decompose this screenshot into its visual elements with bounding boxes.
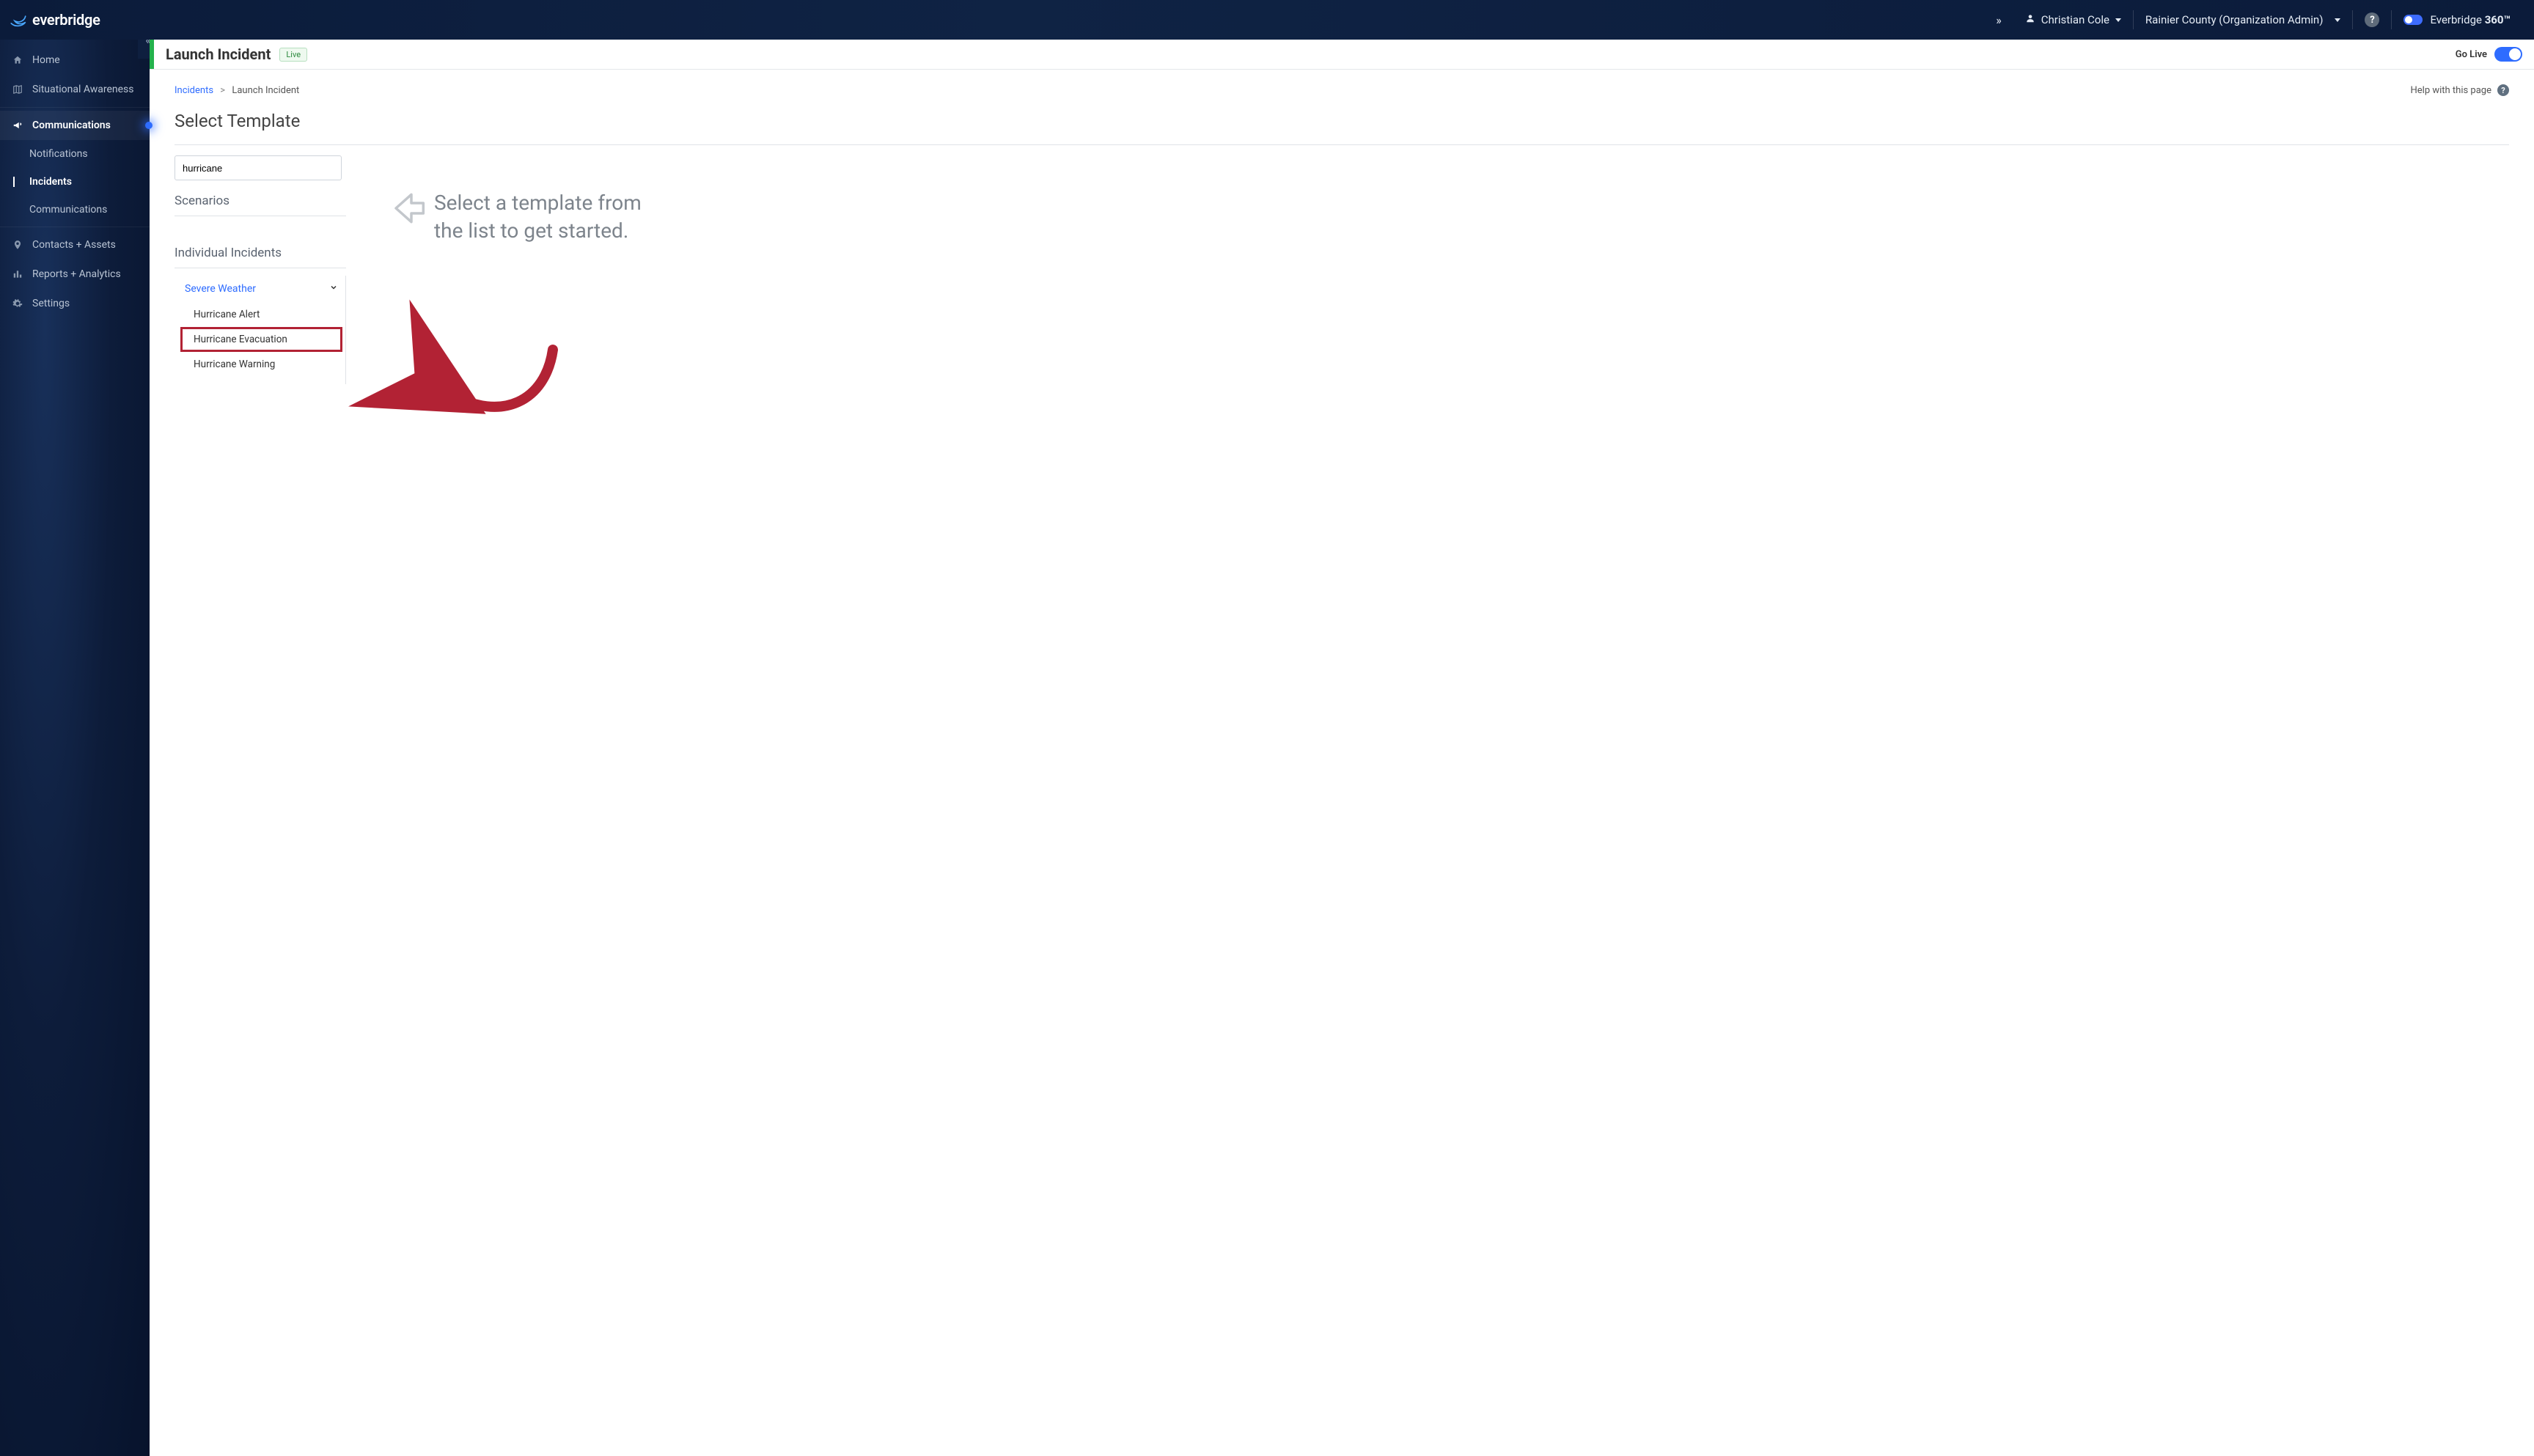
app-header: everbridge » Christian Cole Rainier Coun… bbox=[0, 0, 2534, 40]
template-right-column: Select a template from the list to get s… bbox=[346, 145, 2509, 245]
sidebar-item-situational-awareness[interactable]: Situational Awareness bbox=[0, 75, 150, 104]
map-icon bbox=[12, 84, 23, 95]
brand-swoosh-icon bbox=[9, 10, 28, 29]
sidebar-item-label: Communications bbox=[32, 120, 111, 131]
breadcrumb-row: Incidents > Launch Incident Help with th… bbox=[175, 84, 2509, 96]
sidebar-item-label: Situational Awareness bbox=[32, 84, 134, 95]
org-menu[interactable]: Rainier County (Organization Admin) bbox=[2134, 13, 2353, 26]
main: « Home Situational Awareness Communicati… bbox=[0, 40, 2534, 1456]
megaphone-icon bbox=[12, 120, 23, 131]
page-header-title: Launch Incident bbox=[166, 45, 271, 63]
header-right: » Christian Cole Rainier County (Organiz… bbox=[1984, 10, 2522, 29]
template-layout: Scenarios Individual Incidents Severe We… bbox=[175, 145, 2509, 384]
template-item[interactable]: Hurricane Warning bbox=[180, 352, 342, 377]
sidebar-item-home[interactable]: Home bbox=[0, 45, 150, 75]
sidebar: « Home Situational Awareness Communicati… bbox=[0, 40, 150, 1456]
product-toggle[interactable] bbox=[2403, 15, 2423, 25]
live-badge: Live bbox=[279, 48, 307, 62]
expand-icon[interactable]: » bbox=[1984, 13, 2013, 27]
product-toggle-area: Everbridge 360™ bbox=[2392, 13, 2522, 26]
page-header-right: Go Live bbox=[2456, 47, 2522, 62]
template-search-input[interactable] bbox=[175, 155, 342, 180]
individual-incidents-heading: Individual Incidents bbox=[175, 246, 346, 268]
sidebar-sub-communications[interactable]: Communications bbox=[0, 196, 150, 224]
org-context: Rainier County (Organization Admin) bbox=[2145, 13, 2324, 26]
breadcrumb-root-link[interactable]: Incidents bbox=[175, 85, 213, 96]
brand-name: everbridge bbox=[32, 11, 100, 29]
sidebar-sub-label: Communications bbox=[29, 204, 107, 216]
caret-down-icon bbox=[2115, 18, 2121, 22]
body-area: Incidents > Launch Incident Help with th… bbox=[150, 70, 2534, 1456]
user-name: Christian Cole bbox=[2041, 13, 2109, 26]
home-icon bbox=[12, 54, 23, 66]
product-name: Everbridge 360™ bbox=[2430, 13, 2511, 26]
sidebar-sub-incidents[interactable]: Incidents bbox=[0, 168, 150, 196]
sidebar-sub-label: Notifications bbox=[29, 148, 88, 160]
sidebar-sub-notifications[interactable]: Notifications bbox=[0, 140, 150, 168]
template-category-label: Severe Weather bbox=[185, 283, 256, 295]
chevron-down-icon bbox=[329, 283, 338, 295]
sidebar-group-communications: Communications Notifications Incidents C… bbox=[0, 107, 150, 227]
sidebar-item-settings[interactable]: Settings bbox=[0, 289, 150, 318]
placeholder-line: Select a template from bbox=[434, 189, 698, 217]
help-with-page-label: Help with this page bbox=[2411, 85, 2492, 96]
gear-icon bbox=[12, 298, 23, 309]
help-with-page[interactable]: Help with this page ? bbox=[2411, 84, 2510, 96]
template-tree: Severe Weather Hurricane Alert Hurricane… bbox=[175, 276, 346, 384]
breadcrumb-separator: > bbox=[220, 85, 225, 96]
chart-icon bbox=[12, 268, 23, 280]
user-icon bbox=[2025, 13, 2035, 26]
golive-toggle[interactable] bbox=[2494, 47, 2522, 62]
sidebar-item-label: Reports + Analytics bbox=[32, 268, 121, 280]
placeholder-line: the list to get started. bbox=[434, 217, 698, 245]
caret-down-icon bbox=[2335, 18, 2340, 22]
page-title: Select Template bbox=[175, 111, 2509, 145]
help-icon: ? bbox=[2365, 12, 2379, 27]
sidebar-item-label: Home bbox=[32, 54, 60, 66]
content: Launch Incident Live Go Live Incidents >… bbox=[150, 40, 2534, 1456]
help-icon: ? bbox=[2497, 84, 2509, 96]
sidebar-item-reports-analytics[interactable]: Reports + Analytics bbox=[0, 260, 150, 289]
sidebar-item-label: Contacts + Assets bbox=[32, 239, 116, 251]
placeholder-message: Select a template from the list to get s… bbox=[434, 189, 698, 245]
breadcrumb-current: Launch Incident bbox=[232, 85, 299, 96]
scenarios-heading: Scenarios bbox=[175, 194, 346, 216]
help-button[interactable]: ? bbox=[2353, 12, 2391, 27]
sidebar-item-label: Settings bbox=[32, 298, 70, 309]
page-header-left: Launch Incident Live bbox=[161, 45, 307, 63]
placeholder-arrow-icon bbox=[386, 188, 427, 229]
golive-label: Go Live bbox=[2456, 49, 2487, 60]
sidebar-item-contacts-assets[interactable]: Contacts + Assets bbox=[0, 230, 150, 260]
page-header: Launch Incident Live Go Live bbox=[150, 40, 2534, 70]
user-menu[interactable]: Christian Cole bbox=[2013, 13, 2133, 26]
template-category-severe-weather[interactable]: Severe Weather bbox=[180, 276, 342, 302]
sidebar-sub-label: Incidents bbox=[29, 176, 72, 188]
template-left-column: Scenarios Individual Incidents Severe We… bbox=[175, 145, 346, 384]
pin-icon bbox=[12, 239, 23, 251]
breadcrumb: Incidents > Launch Incident bbox=[175, 85, 299, 96]
template-item-highlighted[interactable]: Hurricane Evacuation bbox=[180, 327, 342, 352]
brand-logo: everbridge bbox=[6, 10, 100, 29]
template-item[interactable]: Hurricane Alert bbox=[180, 302, 342, 327]
sidebar-item-communications[interactable]: Communications bbox=[0, 111, 150, 140]
